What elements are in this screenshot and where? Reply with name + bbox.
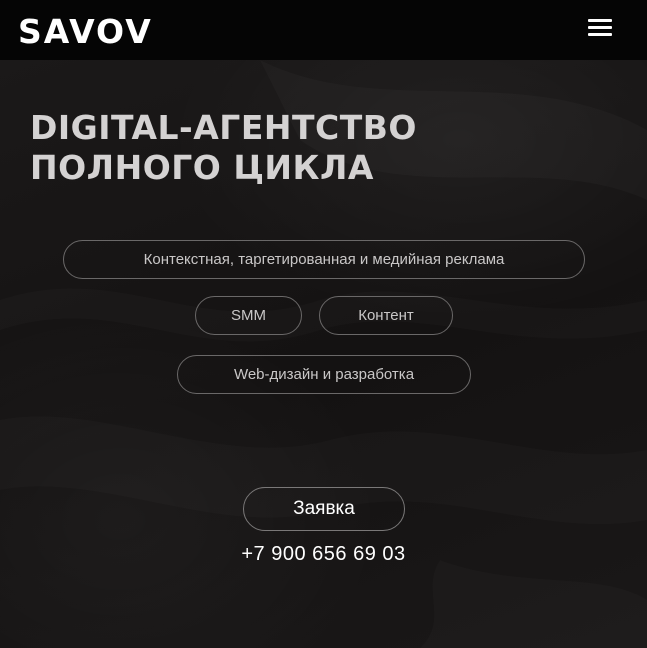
phone-link[interactable]: +7 900 656 69 03 (0, 540, 647, 568)
hero-title: DIGITAL-АГЕНТСТВО ПОЛНОГО ЦИКЛА (30, 108, 417, 188)
hero-title-line-2: ПОЛНОГО ЦИКЛА (30, 148, 374, 187)
top-header: SAVOV (0, 0, 647, 60)
service-tag-advertising[interactable]: Контекстная, таргетированная и медийная … (63, 240, 585, 279)
page: SAVOV DIGITAL-АГЕНТСТВО ПОЛНОГО ЦИКЛА Ко… (0, 0, 647, 648)
service-tag-content[interactable]: Контент (319, 296, 453, 335)
brand-logo[interactable]: SAVOV (18, 12, 153, 52)
hero-title-line-1: DIGITAL-АГЕНТСТВО (30, 108, 417, 147)
service-tag-smm[interactable]: SMM (195, 296, 302, 335)
request-button[interactable]: Заявка (243, 487, 405, 531)
menu-bar-bottom (588, 33, 612, 36)
menu-bar-top (588, 19, 612, 22)
menu-bar-middle (588, 26, 612, 29)
service-tag-web-design[interactable]: Web-дизайн и разработка (177, 355, 471, 394)
hamburger-menu-icon[interactable] (588, 19, 612, 39)
